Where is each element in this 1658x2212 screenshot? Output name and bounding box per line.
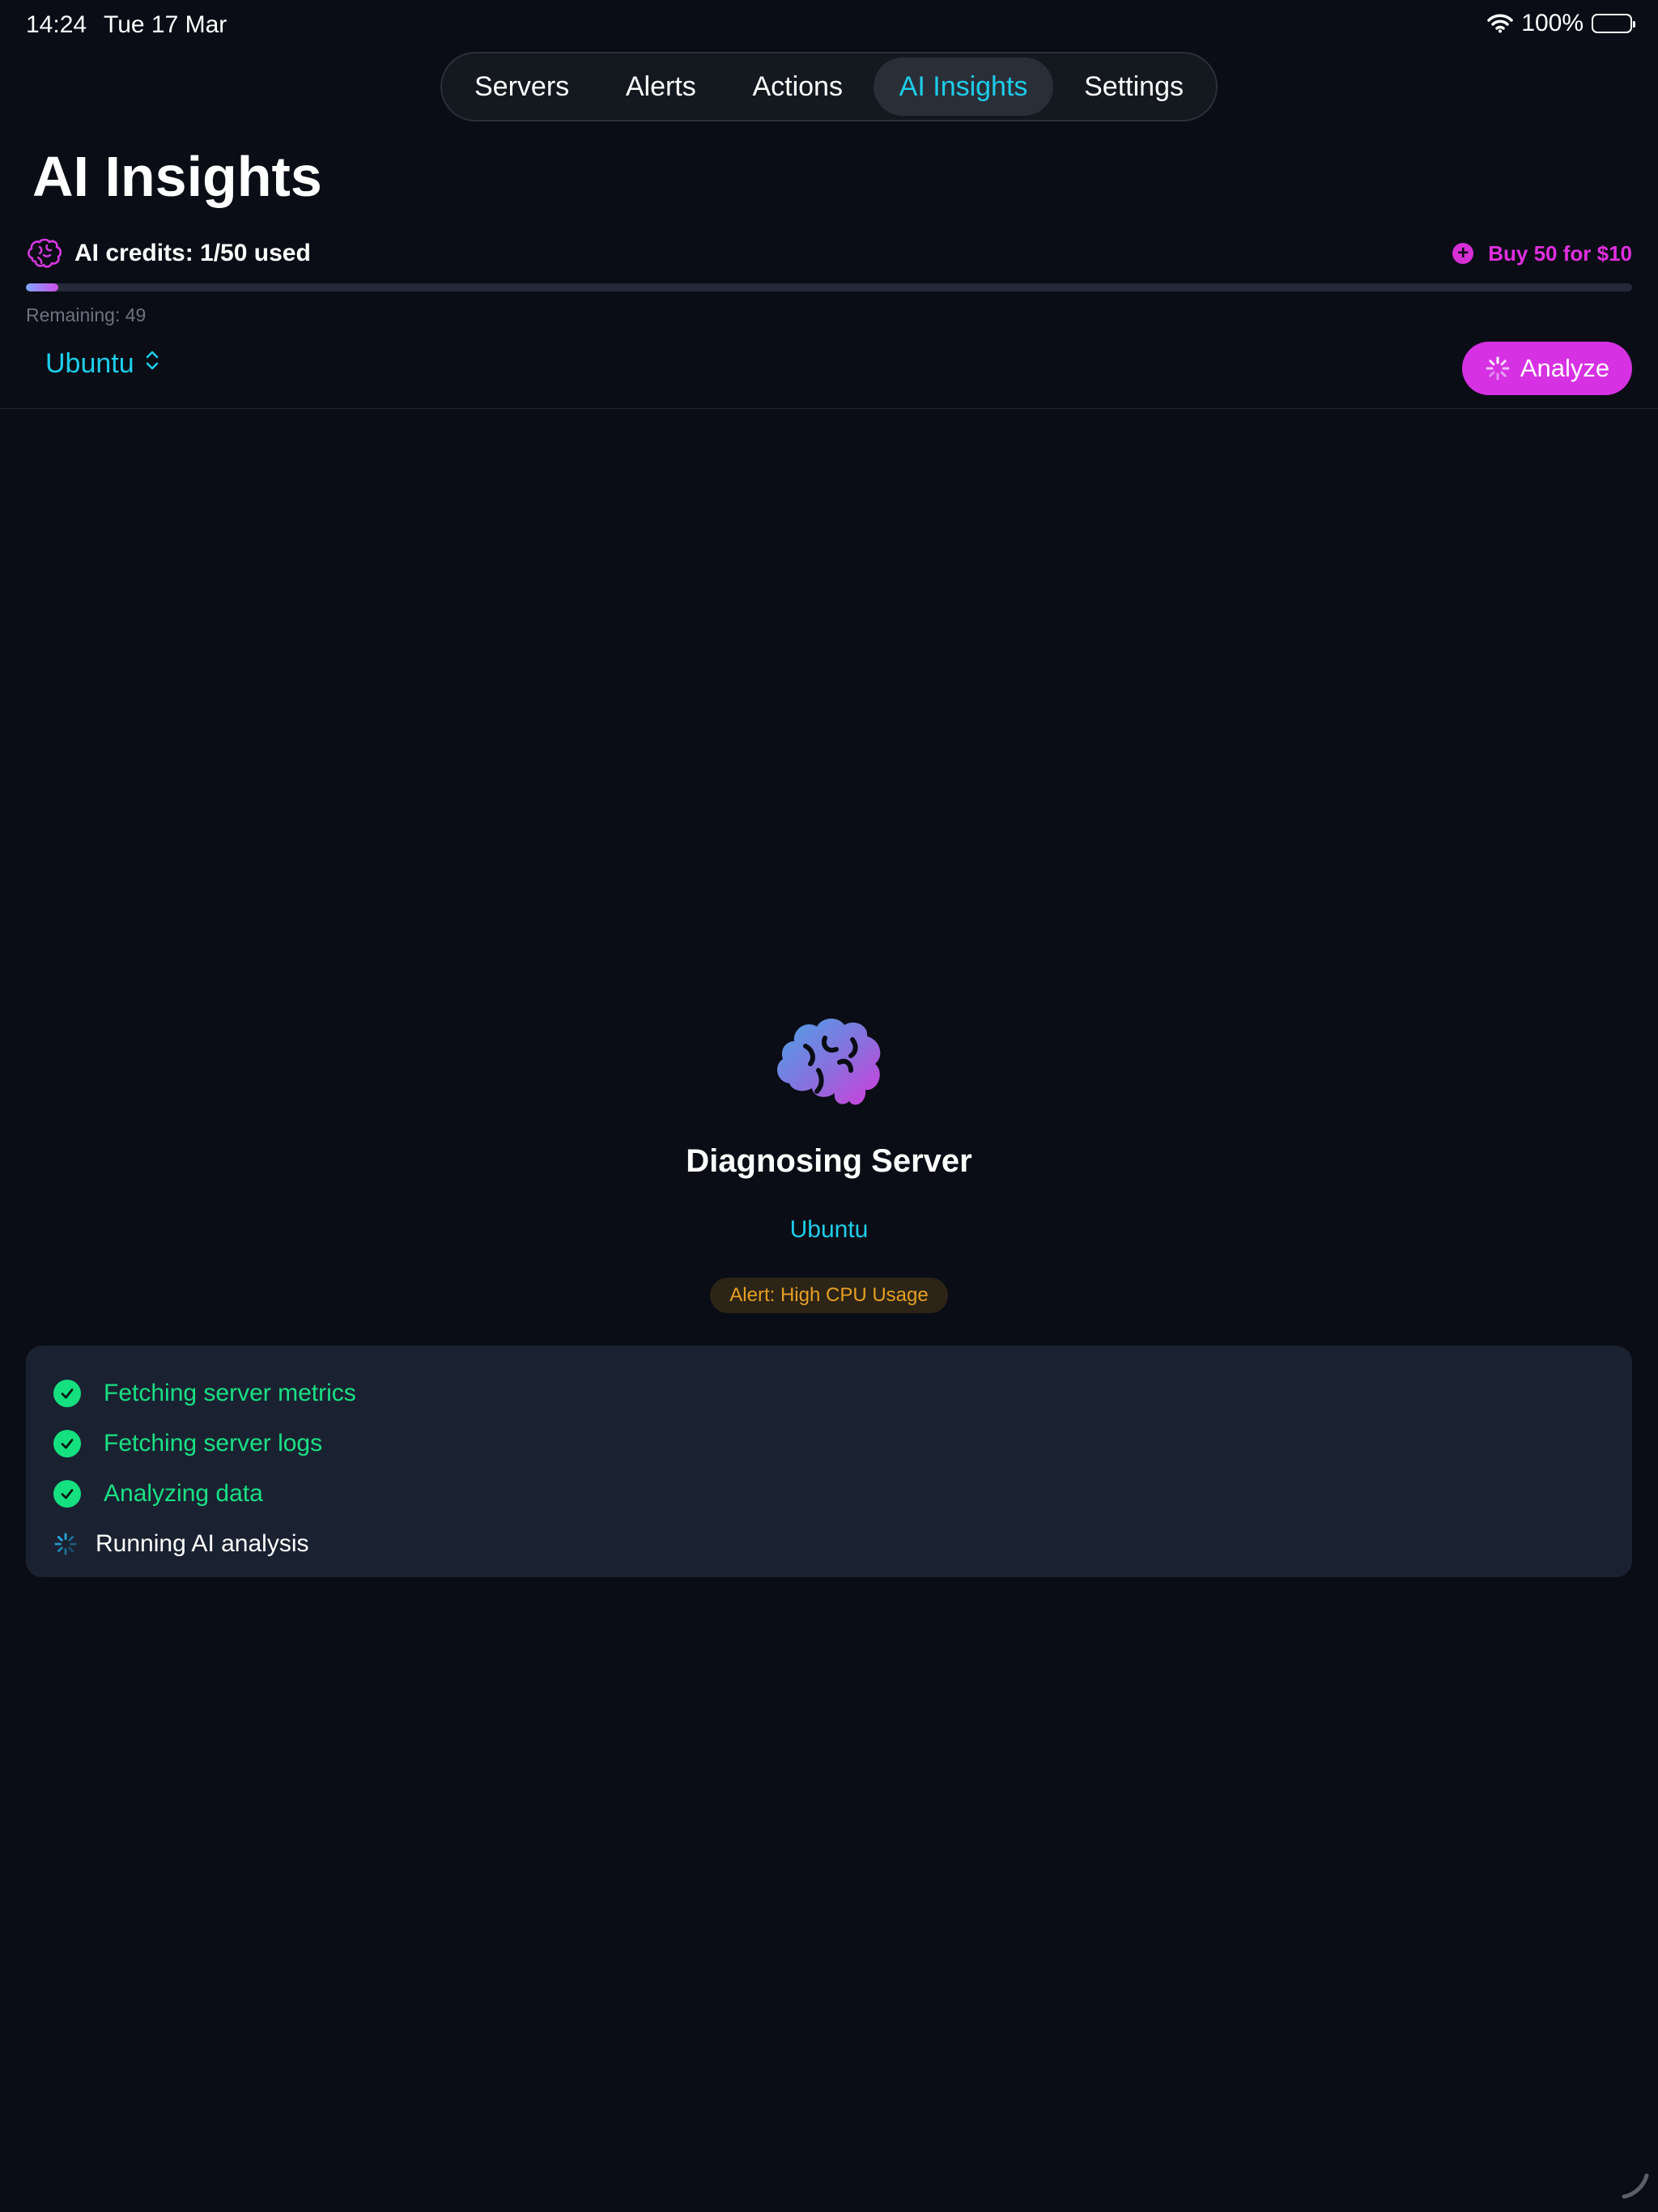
analyze-label: Analyze [1520, 354, 1610, 382]
status-bar: 14:24 Tue 17 Mar 100% [0, 0, 1658, 52]
alert-badge-wrap: Alert: High CPU Usage [0, 1278, 1658, 1313]
tab-servers[interactable]: Servers [449, 57, 595, 116]
step-item: Fetching server logs [53, 1419, 1632, 1469]
server-picker-value: Ubuntu [45, 348, 134, 379]
tab-actions[interactable]: Actions [726, 57, 869, 116]
check-circle-icon [53, 1430, 81, 1457]
step-label: Analyzing data [104, 1480, 263, 1507]
analyze-button[interactable]: Analyze [1462, 342, 1632, 395]
tab-alerts[interactable]: Alerts [600, 57, 722, 116]
check-circle-icon [53, 1380, 81, 1407]
chevron-up-down-icon [144, 348, 160, 380]
server-picker[interactable]: Ubuntu [45, 348, 160, 380]
battery-percent: 100% [1521, 10, 1584, 36]
header-divider [0, 408, 1658, 409]
credits-remaining: Remaining: 49 [26, 304, 147, 325]
wifi-icon [1487, 14, 1514, 33]
resize-handle-icon [1619, 2169, 1652, 2206]
step-label: Running AI analysis [96, 1530, 309, 1557]
credits-label: AI credits: 1/50 used [74, 240, 311, 266]
spinner-icon [1485, 355, 1511, 381]
status-date: Tue 17 Mar [104, 11, 227, 38]
spinner-icon [53, 1532, 78, 1556]
status-indicators: 100% [1487, 10, 1635, 37]
step-item: Fetching server metrics [53, 1368, 1632, 1419]
progress-steps-card: Fetching server metrics Fetching server … [26, 1346, 1632, 1577]
step-label: Fetching server logs [104, 1430, 323, 1457]
credits-progress-bar [26, 283, 1632, 291]
step-item: Analyzing data [53, 1469, 1632, 1519]
tab-settings[interactable]: Settings [1058, 57, 1209, 116]
step-label: Fetching server metrics [104, 1380, 356, 1406]
plus-circle-icon: + [1452, 243, 1474, 264]
buy-credits-label: Buy 50 for $10 [1488, 240, 1632, 266]
alert-badge: Alert: High CPU Usage [710, 1278, 948, 1313]
battery-icon [1592, 14, 1635, 33]
brain-icon [26, 237, 63, 270]
check-circle-icon [53, 1480, 81, 1508]
credits-row: AI credits: 1/50 used + Buy 50 for $10 [26, 235, 1632, 272]
page-title: AI Insights [32, 145, 322, 208]
diagnosis-server: Ubuntu [789, 1216, 869, 1243]
tab-bar: Servers Alerts Actions AI Insights Setti… [440, 52, 1218, 121]
status-time: 14:24 [26, 11, 87, 38]
buy-credits-button[interactable]: + Buy 50 for $10 [1452, 241, 1632, 266]
tab-ai-insights[interactable]: AI Insights [873, 57, 1054, 116]
credits-progress-fill [26, 283, 58, 291]
brain-icon [773, 1014, 886, 1109]
diagnosis-title: Diagnosing Server [686, 1143, 972, 1179]
step-item: Running AI analysis [53, 1519, 1632, 1569]
